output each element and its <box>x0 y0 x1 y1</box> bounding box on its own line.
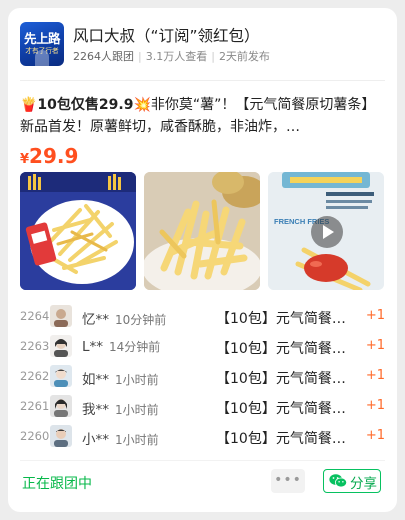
description-highlight: 🍟10包仅售29.9💥 <box>20 97 151 113</box>
logo-figure-icon <box>35 50 49 66</box>
meta-separator: | <box>211 50 215 63</box>
order-row[interactable]: 2261 我** 1小时前 【10包】元气简餐原切薯条 +1 <box>20 392 385 422</box>
product-price: ¥29.9 <box>20 144 78 168</box>
order-number: 2260 <box>20 429 50 443</box>
fries-video-thumb[interactable]: FRENCH FRIES <box>268 172 384 290</box>
order-number: 2262 <box>20 369 50 383</box>
order-product: 【10包】元气简餐原切薯条 <box>216 341 356 357</box>
card-header: 先上路 才有了行者 风口大叔（“订阅”领红包） 2264人跟团 | 3.1万人查看 |… <box>20 22 385 68</box>
user-name: 小** <box>82 432 109 448</box>
group-status: 正在跟团中 <box>22 476 92 492</box>
order-number: 2263 <box>20 339 50 353</box>
group-buy-card[interactable]: 先上路 才有了行者 风口大叔（“订阅”领红包） 2264人跟团 | 3.1万人查看 |… <box>8 8 397 512</box>
user-name-time: L** 14分钟前 <box>82 338 160 355</box>
order-number: 2264 <box>20 309 50 323</box>
order-time: 1小时前 <box>115 373 159 387</box>
play-icon[interactable] <box>311 216 343 248</box>
more-button[interactable]: ••• <box>271 469 305 493</box>
share-label: 分享 <box>350 476 377 492</box>
followers-count: 2264人跟团 <box>73 50 134 63</box>
order-product: 【10包】元气简餐原切薯条 <box>216 431 356 447</box>
header-divider <box>20 80 385 81</box>
publish-time: 2天前发布 <box>218 50 270 63</box>
meta-separator: | <box>138 50 142 63</box>
order-row[interactable]: 2262 如** 1小时前 【10包】元气简餐原切薯条 +1 <box>20 362 385 392</box>
order-records: 2264 忆** 10分钟前 【10包】元气简餐原切薯条 +1 2263 L** 1… <box>20 302 385 452</box>
fries-package-thumb[interactable] <box>20 172 136 290</box>
user-avatar[interactable] <box>50 425 72 447</box>
user-avatar[interactable] <box>50 395 72 417</box>
order-quantity: +1 <box>365 308 385 323</box>
order-time: 10分钟前 <box>115 313 167 327</box>
user-name-time: 如** 1小时前 <box>82 368 159 388</box>
fries-bowl-thumb[interactable] <box>144 172 260 290</box>
price-value: 29.9 <box>29 144 79 168</box>
fries-package-image <box>20 172 136 290</box>
order-product: 【10包】元气简餐原切薯条 <box>216 371 356 387</box>
user-name: 如** <box>82 372 109 388</box>
user-name-time: 忆** 10分钟前 <box>82 308 166 328</box>
order-quantity: +1 <box>365 368 385 383</box>
user-avatar[interactable] <box>50 335 72 357</box>
order-product: 【10包】元气简餐原切薯条 <box>216 311 356 327</box>
group-meta: 2264人跟团 | 3.1万人查看 | 2天前发布 <box>73 48 270 64</box>
order-time: 14分钟前 <box>109 340 161 354</box>
user-name: 我** <box>82 402 109 418</box>
wechat-icon <box>329 474 347 488</box>
footer-divider <box>20 460 385 461</box>
price-currency: ¥ <box>20 152 30 167</box>
order-row[interactable]: 2260 小** 1小时前 【10包】元气简餐原切薯条 +1 <box>20 422 385 452</box>
group-title[interactable]: 风口大叔（“订阅”领红包） <box>73 24 260 46</box>
order-number: 2261 <box>20 399 50 413</box>
user-name-time: 我** 1小时前 <box>82 398 159 418</box>
order-quantity: +1 <box>365 338 385 353</box>
user-avatar[interactable] <box>50 365 72 387</box>
share-button[interactable]: 分享 <box>323 469 381 493</box>
order-row[interactable]: 2263 L** 14分钟前 【10包】元气简餐原切薯条 +1 <box>20 332 385 362</box>
user-name: L** <box>82 339 104 355</box>
order-time: 1小时前 <box>115 433 159 447</box>
user-avatar[interactable] <box>50 305 72 327</box>
order-quantity: +1 <box>365 398 385 413</box>
logo-text: 先上路 <box>23 31 61 46</box>
user-name: 忆** <box>82 312 109 328</box>
product-description[interactable]: 🍟10包仅售29.9💥非你莫“薯”！【元气简餐原切薯条】新品首发！原薯鲜切，咸香… <box>20 94 385 138</box>
order-quantity: +1 <box>365 428 385 443</box>
thumbnail-strip: FRENCH FRIES <box>20 172 386 290</box>
order-row[interactable]: 2264 忆** 10分钟前 【10包】元气简餐原切薯条 +1 <box>20 302 385 332</box>
user-name-time: 小** 1小时前 <box>82 428 159 448</box>
view-count: 3.1万人查看 <box>145 50 208 63</box>
fries-bowl-image <box>144 172 260 290</box>
group-logo[interactable]: 先上路 才有了行者 <box>20 22 64 66</box>
order-product: 【10包】元气简餐原切薯条 <box>216 401 356 417</box>
order-time: 1小时前 <box>115 403 159 417</box>
